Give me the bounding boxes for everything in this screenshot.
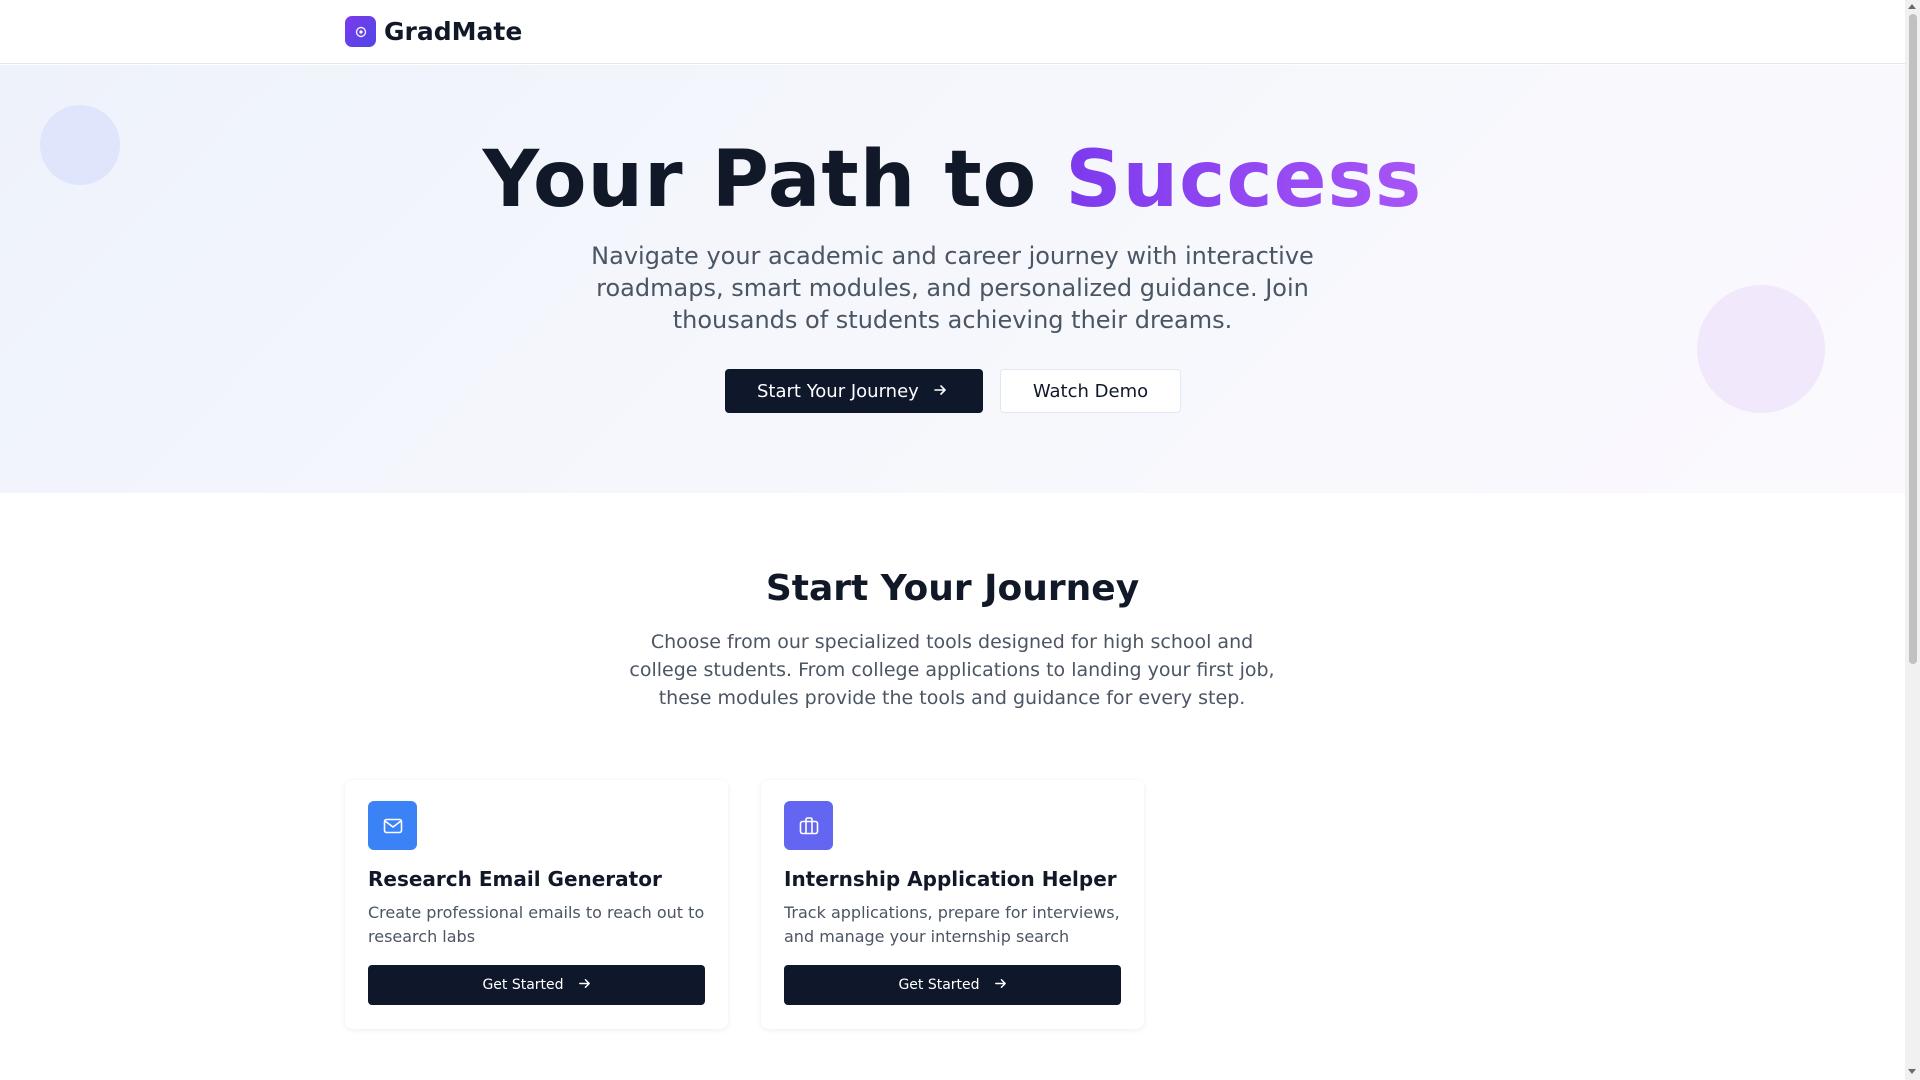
scrollbar-thumb[interactable] [1909, 14, 1917, 664]
journey-subtitle: Choose from our specialized tools design… [629, 631, 1275, 709]
sparkle-icon [345, 16, 376, 47]
arrow-right-icon [994, 977, 1007, 994]
journey-title: Start Your Journey [765, 568, 1140, 609]
brand-name: GradMate [384, 17, 523, 46]
watch-demo-label: Watch Demo [1032, 380, 1149, 402]
hero-section: Your Path to Success Navigate your acade… [0, 65, 1905, 493]
decorative-circle [1697, 285, 1825, 413]
hero-title-main: Your Path to [482, 135, 1066, 225]
module-card-internship-helper: Internship Application Helper Track appl… [761, 780, 1144, 1029]
get-started-label: Get Started [898, 977, 980, 993]
get-started-button[interactable]: Get Started [368, 965, 705, 1005]
get-started-label: Get Started [482, 977, 564, 993]
module-title: Research Email Generator [368, 867, 662, 891]
hero-title-accent: Success [1065, 135, 1423, 225]
arrow-right-icon [933, 381, 947, 402]
vertical-scrollbar[interactable] [1905, 0, 1920, 1080]
arrow-right-icon [578, 977, 591, 994]
top-header: GradMate [0, 0, 1905, 64]
get-started-button[interactable]: Get Started [784, 965, 1121, 1005]
mail-icon [368, 801, 417, 850]
start-journey-button[interactable]: Start Your Journey [725, 369, 983, 413]
briefcase-icon [784, 801, 833, 850]
start-journey-label: Start Your Journey [757, 380, 919, 402]
scroll-down-icon[interactable] [1908, 1069, 1916, 1074]
scroll-up-icon[interactable] [1908, 4, 1916, 9]
module-description: Create professional emails to reach out … [368, 903, 705, 946]
hero-title: Your Path to Success [0, 135, 1905, 225]
module-card-research-email: Research Email Generator Create professi… [345, 780, 728, 1029]
module-title: Internship Application Helper [784, 867, 1117, 891]
page: GradMate Your Path to Success Navigate y… [0, 0, 1920, 1080]
hero-actions: Start Your Journey Watch Demo [725, 369, 1181, 413]
watch-demo-button[interactable]: Watch Demo [1000, 369, 1181, 413]
brand-link[interactable]: GradMate [345, 16, 522, 47]
hero-subtitle: Navigate your academic and career journe… [591, 242, 1314, 334]
module-description: Track applications, prepare for intervie… [784, 903, 1120, 946]
